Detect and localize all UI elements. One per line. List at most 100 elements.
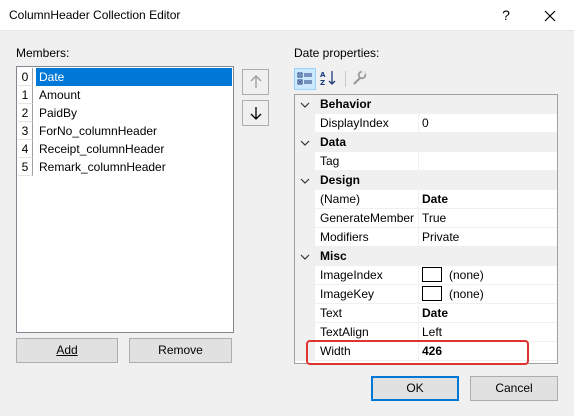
row-gutter: [295, 190, 315, 209]
row-gutter: [295, 114, 315, 133]
collapse-icon[interactable]: [300, 176, 310, 186]
member-index: 4: [18, 140, 33, 158]
help-button[interactable]: ?: [496, 4, 516, 26]
category-data[interactable]: Data: [295, 133, 557, 152]
property-row-tag[interactable]: Tag: [295, 152, 557, 171]
member-item-receipt[interactable]: 4 Receipt_columnHeader: [18, 140, 232, 158]
member-index: 1: [18, 86, 33, 104]
member-name: ForNo_columnHeader: [39, 124, 158, 138]
property-value[interactable]: Left: [419, 323, 557, 342]
wrench-icon[interactable]: [349, 68, 371, 90]
member-item-remark[interactable]: 5 Remark_columnHeader: [18, 158, 232, 176]
row-gutter: [295, 266, 315, 285]
property-row-modifiers[interactable]: Modifiers Private: [295, 228, 557, 247]
member-name: Receipt_columnHeader: [39, 142, 165, 156]
category-label: Misc: [320, 249, 347, 263]
remove-button[interactable]: Remove: [129, 338, 232, 363]
cancel-button-label: Cancel: [495, 381, 533, 395]
member-index: 2: [18, 104, 33, 122]
remove-button-label: Remove: [158, 343, 203, 357]
property-row-name[interactable]: (Name) Date: [295, 190, 557, 209]
title-bar: ColumnHeader Collection Editor ?: [0, 0, 574, 31]
property-name: Text: [315, 304, 419, 323]
row-gutter: [295, 209, 315, 228]
row-gutter: [295, 342, 315, 361]
property-value[interactable]: [419, 152, 557, 171]
property-row-width[interactable]: Width 426: [295, 342, 557, 361]
property-name: GenerateMember: [315, 209, 419, 228]
property-row-text[interactable]: Text Date: [295, 304, 557, 323]
property-value[interactable]: True: [419, 209, 557, 228]
property-value[interactable]: 426: [419, 342, 557, 361]
property-value: (none): [449, 287, 484, 301]
member-index: 3: [18, 122, 33, 140]
member-name: Remark_columnHeader: [39, 160, 166, 174]
add-button[interactable]: Add: [16, 338, 118, 363]
property-value: (none): [449, 268, 484, 282]
ok-button-label: OK: [406, 381, 424, 395]
row-gutter: [295, 152, 315, 171]
category-label: Behavior: [320, 97, 372, 111]
category-label: Design: [320, 173, 361, 187]
row-gutter: [295, 323, 315, 342]
member-name: Date: [36, 68, 232, 86]
window-title: ColumnHeader Collection Editor: [9, 8, 181, 22]
alphabetical-sort-icon[interactable]: A Z: [318, 68, 340, 90]
property-name: TextAlign: [315, 323, 419, 342]
property-value[interactable]: Date: [419, 304, 557, 323]
close-icon[interactable]: [538, 5, 562, 27]
property-row-textalign[interactable]: TextAlign Left: [295, 323, 557, 342]
property-row-imagekey[interactable]: ImageKey (none): [295, 285, 557, 304]
property-row-imageindex[interactable]: ImageIndex (none): [295, 266, 557, 285]
property-value[interactable]: Private: [419, 228, 557, 247]
row-gutter: [295, 228, 315, 247]
property-value-cell[interactable]: (none): [419, 285, 557, 304]
move-up-button[interactable]: [242, 69, 269, 95]
image-swatch: [422, 286, 442, 302]
property-name: (Name): [315, 190, 419, 209]
property-row-displayindex[interactable]: DisplayIndex 0: [295, 114, 557, 133]
row-gutter: [295, 304, 315, 323]
svg-text:Z: Z: [320, 79, 325, 87]
category-label: Data: [320, 135, 347, 149]
property-value[interactable]: Date: [419, 190, 557, 209]
property-row-generatemember[interactable]: GenerateMember True: [295, 209, 557, 228]
properties-label: Date properties:: [294, 46, 380, 60]
member-name: PaidBy: [39, 106, 78, 120]
members-label: Members:: [16, 46, 70, 60]
categorized-icon[interactable]: [294, 68, 316, 90]
ok-button[interactable]: OK: [371, 376, 459, 401]
collapse-icon[interactable]: [300, 252, 310, 262]
svg-text:A: A: [320, 71, 326, 79]
collapse-icon[interactable]: [300, 100, 310, 110]
category-behavior[interactable]: Behavior: [295, 95, 557, 114]
member-index: 5: [18, 158, 33, 176]
property-value-cell[interactable]: (none): [419, 266, 557, 285]
image-swatch: [422, 267, 442, 283]
arrow-up-icon: [250, 75, 261, 88]
property-name: ImageKey: [315, 285, 419, 304]
property-name: ImageIndex: [315, 266, 419, 285]
member-item-amount[interactable]: 1 Amount: [18, 86, 232, 104]
collapse-icon[interactable]: [300, 138, 310, 148]
property-name: Modifiers: [315, 228, 419, 247]
add-button-label: Add: [56, 343, 78, 357]
property-grid[interactable]: Behavior DisplayIndex 0 Data Tag Design …: [294, 94, 558, 364]
property-name: DisplayIndex: [315, 114, 419, 133]
cancel-button[interactable]: Cancel: [470, 376, 558, 401]
category-misc[interactable]: Misc: [295, 247, 557, 266]
member-item-date[interactable]: 0 Date: [18, 68, 232, 86]
move-down-button[interactable]: [242, 100, 269, 126]
member-index: 0: [18, 68, 33, 86]
property-name: Width: [315, 342, 419, 361]
row-gutter: [295, 285, 315, 304]
property-value[interactable]: 0: [419, 114, 557, 133]
member-name: Amount: [39, 88, 81, 102]
member-item-forno[interactable]: 3 ForNo_columnHeader: [18, 122, 232, 140]
member-item-paidby[interactable]: 2 PaidBy: [18, 104, 232, 122]
members-list[interactable]: 0 Date 1 Amount 2 PaidBy 3 ForNo_columnH…: [16, 66, 234, 333]
category-design[interactable]: Design: [295, 171, 557, 190]
arrow-down-icon: [250, 107, 261, 120]
toolbar-separator: [345, 71, 346, 87]
property-name: Tag: [315, 152, 419, 171]
